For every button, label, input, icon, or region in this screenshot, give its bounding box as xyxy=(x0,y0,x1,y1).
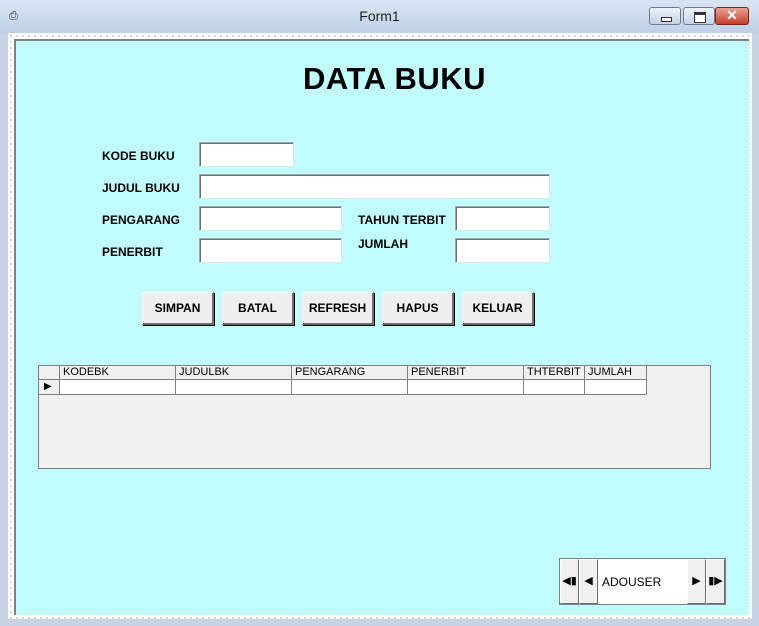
column-header-jumlah[interactable]: JUMLAH xyxy=(585,366,647,380)
column-header-penerbit[interactable]: PENERBIT xyxy=(408,366,524,380)
last-record-button[interactable]: ▮▶ xyxy=(706,559,725,604)
column-header-pengarang[interactable]: PENGARANG xyxy=(292,366,408,380)
column-header-kodebk[interactable]: KODEBK xyxy=(60,366,176,380)
grid-cell[interactable] xyxy=(292,380,408,395)
row-selector[interactable]: ▶ xyxy=(39,380,60,395)
label-tahun-terbit: TAHUN TERBIT xyxy=(358,213,446,227)
label-pengarang: PENGARANG xyxy=(102,213,181,227)
pengarang-input[interactable] xyxy=(199,206,342,231)
hapus-button[interactable]: HAPUS xyxy=(382,292,454,325)
keluar-button[interactable]: KELUAR xyxy=(462,292,534,325)
judul-buku-input[interactable] xyxy=(199,174,550,199)
grid-corner xyxy=(39,366,60,380)
minimize-button[interactable] xyxy=(649,7,681,25)
batal-button[interactable]: BATAL xyxy=(222,292,294,325)
last-icon: ▮▶ xyxy=(708,575,723,587)
grid-cell[interactable] xyxy=(524,380,585,395)
close-icon: ✕ xyxy=(726,7,738,23)
adodc-caption: ADOUSER xyxy=(602,575,662,589)
label-penerbit: PENERBIT xyxy=(102,245,163,259)
label-jumlah: JUMLAH xyxy=(358,237,408,251)
title-bar: ⎙ Form1 ✕ xyxy=(0,0,759,33)
previous-icon: ◀ xyxy=(584,575,593,587)
penerbit-input[interactable] xyxy=(199,238,342,263)
label-kode-buku: KODE BUKU xyxy=(102,149,175,163)
refresh-button[interactable]: REFRESH xyxy=(302,292,374,325)
previous-record-button[interactable]: ◀ xyxy=(579,559,598,604)
jumlah-input[interactable] xyxy=(455,238,550,263)
next-record-button[interactable]: ▶ xyxy=(687,559,706,604)
grid-cell[interactable] xyxy=(176,380,292,395)
tahun-terbit-input[interactable] xyxy=(455,206,550,231)
grid-cell[interactable] xyxy=(585,380,647,395)
label-judul-buku: JUDUL BUKU xyxy=(102,181,180,195)
first-record-button[interactable]: ◀▮ xyxy=(560,559,579,604)
form-surface xyxy=(14,39,749,615)
form-design-canvas xyxy=(8,33,752,619)
close-button[interactable]: ✕ xyxy=(715,7,749,25)
next-icon: ▶ xyxy=(692,575,701,587)
minimize-icon xyxy=(661,17,672,22)
window-title: Form1 xyxy=(359,8,400,24)
simpan-button[interactable]: SIMPAN xyxy=(142,292,214,325)
current-row-arrow-icon: ▶ xyxy=(44,381,52,392)
column-header-judulbk[interactable]: JUDULBK xyxy=(176,366,292,380)
first-icon: ◀▮ xyxy=(562,575,577,587)
data-grid[interactable]: KODEBK JUDULBK PENGARANG PENERBIT THTERB… xyxy=(38,365,711,469)
maximize-icon xyxy=(694,12,706,23)
kode-buku-input[interactable] xyxy=(199,142,294,167)
grid-cell[interactable] xyxy=(408,380,524,395)
maximize-button[interactable] xyxy=(683,7,715,25)
grid-cell[interactable] xyxy=(60,380,176,395)
adodc-navigator: ◀▮ ◀ ADOUSER ▶ ▮▶ xyxy=(559,558,726,605)
column-header-thterbit[interactable]: THTERBIT xyxy=(524,366,585,380)
page-title: DATA BUKU xyxy=(303,61,487,96)
